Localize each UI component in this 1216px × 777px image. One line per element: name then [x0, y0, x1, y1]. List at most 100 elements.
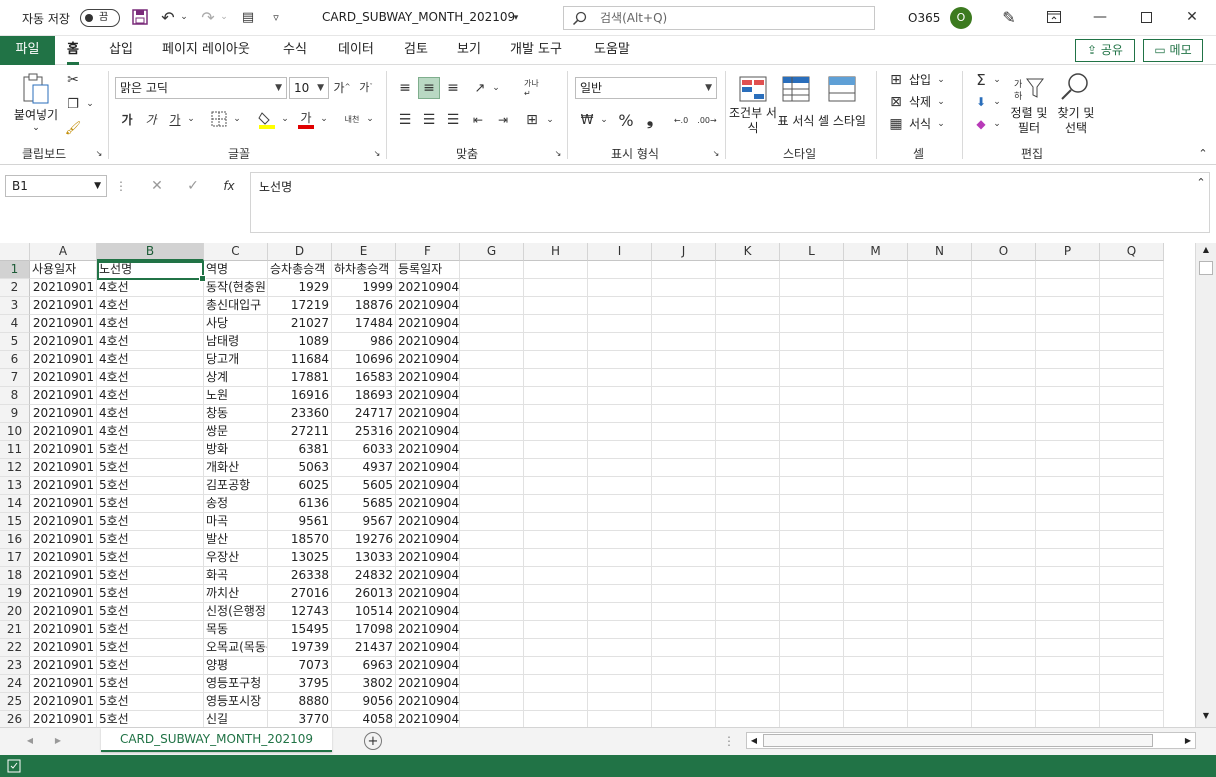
table-cell[interactable] [844, 423, 908, 441]
bold-icon[interactable]: 가 [119, 109, 135, 129]
table-cell[interactable] [1036, 675, 1100, 693]
table-cell[interactable] [780, 315, 844, 333]
table-cell[interactable]: 20210901 [30, 315, 97, 333]
table-cell[interactable] [908, 531, 972, 549]
table-cell[interactable]: 15495 [268, 621, 332, 639]
table-cell[interactable]: 4호선 [97, 387, 204, 405]
table-cell[interactable] [780, 333, 844, 351]
table-cell[interactable]: 1999 [332, 279, 396, 297]
table-cell[interactable] [972, 423, 1036, 441]
table-cell[interactable] [524, 315, 588, 333]
table-cell[interactable] [844, 459, 908, 477]
row-header[interactable]: 2 [0, 279, 30, 297]
table-cell[interactable] [844, 405, 908, 423]
table-cell[interactable] [1100, 405, 1164, 423]
table-cell[interactable] [716, 315, 780, 333]
row-header[interactable]: 6 [0, 351, 30, 369]
table-cell[interactable] [460, 639, 524, 657]
table-cell[interactable]: 5호선 [97, 675, 204, 693]
font-name-combo[interactable]: 맑은 고딕 ▼ [115, 77, 287, 99]
table-cell[interactable] [716, 513, 780, 531]
table-cell[interactable] [780, 567, 844, 585]
table-cell[interactable] [908, 423, 972, 441]
accounting-dropdown-icon[interactable]: ⌄ [598, 109, 610, 131]
table-cell[interactable]: 20210901 [30, 459, 97, 477]
table-cell[interactable] [908, 477, 972, 495]
table-cell[interactable] [844, 585, 908, 603]
table-cell[interactable] [908, 279, 972, 297]
table-cell[interactable] [716, 693, 780, 711]
table-cell[interactable] [780, 351, 844, 369]
cell-styles-icon[interactable] [826, 73, 858, 105]
table-cell[interactable] [844, 315, 908, 333]
table-cell[interactable] [972, 495, 1036, 513]
table-cell[interactable] [588, 441, 652, 459]
table-cell[interactable]: 동작(현충원) [204, 279, 268, 297]
table-cell[interactable] [844, 621, 908, 639]
font-size-combo[interactable]: 10 ▼ [289, 77, 329, 99]
table-cell[interactable] [460, 423, 524, 441]
italic-icon[interactable]: 가 [143, 109, 159, 129]
table-cell[interactable] [524, 585, 588, 603]
table-cell[interactable]: 20210901 [30, 603, 97, 621]
table-cell[interactable]: 20210901 [30, 279, 97, 297]
table-cell[interactable] [1036, 369, 1100, 387]
table-cell[interactable] [844, 603, 908, 621]
table-cell[interactable]: 20210904 [396, 459, 460, 477]
align-left-icon[interactable]: ☰ [395, 109, 415, 131]
table-cell[interactable] [716, 459, 780, 477]
table-cell[interactable]: 18876 [332, 297, 396, 315]
table-cell[interactable]: 20210904 [396, 621, 460, 639]
table-cell[interactable] [1036, 693, 1100, 711]
table-cell[interactable]: 20210904 [396, 477, 460, 495]
table-cell[interactable] [844, 531, 908, 549]
table-cell[interactable] [652, 297, 716, 315]
tab-review[interactable]: 검토 [404, 36, 428, 65]
table-cell[interactable] [908, 657, 972, 675]
align-center-icon[interactable]: ☰ [419, 109, 439, 131]
find-select-button[interactable]: 찾기 및 선택 [1052, 105, 1100, 137]
memo-button[interactable]: ▭ 메모 [1143, 39, 1203, 62]
table-cell[interactable]: 20210904 [396, 351, 460, 369]
table-cell[interactable] [588, 549, 652, 567]
table-cell[interactable] [1100, 423, 1164, 441]
vertical-scroll-thumb[interactable] [1199, 261, 1213, 275]
table-cell[interactable] [972, 657, 1036, 675]
tab-split-icon[interactable]: ⋮ [723, 732, 735, 750]
table-cell[interactable] [524, 531, 588, 549]
table-cell[interactable]: 13033 [332, 549, 396, 567]
table-cell[interactable] [1100, 693, 1164, 711]
table-cell[interactable] [524, 405, 588, 423]
table-cell[interactable] [716, 585, 780, 603]
scroll-left-icon[interactable]: ◀ [747, 733, 761, 748]
table-cell[interactable]: 20210904 [396, 567, 460, 585]
table-cell[interactable] [908, 567, 972, 585]
table-cell[interactable] [460, 441, 524, 459]
table-cell[interactable]: 20210904 [396, 297, 460, 315]
table-cell[interactable]: 20210901 [30, 693, 97, 711]
table-cell[interactable] [1036, 351, 1100, 369]
column-header-q[interactable]: Q [1100, 243, 1164, 261]
table-cell[interactable]: 20210901 [30, 423, 97, 441]
table-cell[interactable]: 20210904 [396, 495, 460, 513]
table-cell[interactable] [972, 513, 1036, 531]
table-cell[interactable] [972, 315, 1036, 333]
table-cell[interactable]: 26338 [268, 567, 332, 585]
undo-icon[interactable]: ↶ [157, 6, 179, 28]
table-cell[interactable] [588, 423, 652, 441]
table-cell[interactable]: 20210901 [30, 441, 97, 459]
document-title[interactable]: CARD_SUBWAY_MONTH_202109 [322, 10, 515, 24]
table-cell[interactable]: 11684 [268, 351, 332, 369]
table-cell[interactable]: 20210904 [396, 639, 460, 657]
table-cell[interactable] [972, 639, 1036, 657]
conditional-formatting-icon[interactable] [737, 73, 769, 105]
table-cell[interactable]: 17098 [332, 621, 396, 639]
align-top-icon[interactable]: ≡ [395, 77, 415, 99]
column-header-k[interactable]: K [716, 243, 780, 261]
table-cell[interactable]: 20210904 [396, 387, 460, 405]
table-cell[interactable]: 23360 [268, 405, 332, 423]
table-cell[interactable]: 5호선 [97, 513, 204, 531]
table-cell[interactable] [1100, 621, 1164, 639]
table-cell[interactable] [588, 585, 652, 603]
row-header[interactable]: 3 [0, 297, 30, 315]
